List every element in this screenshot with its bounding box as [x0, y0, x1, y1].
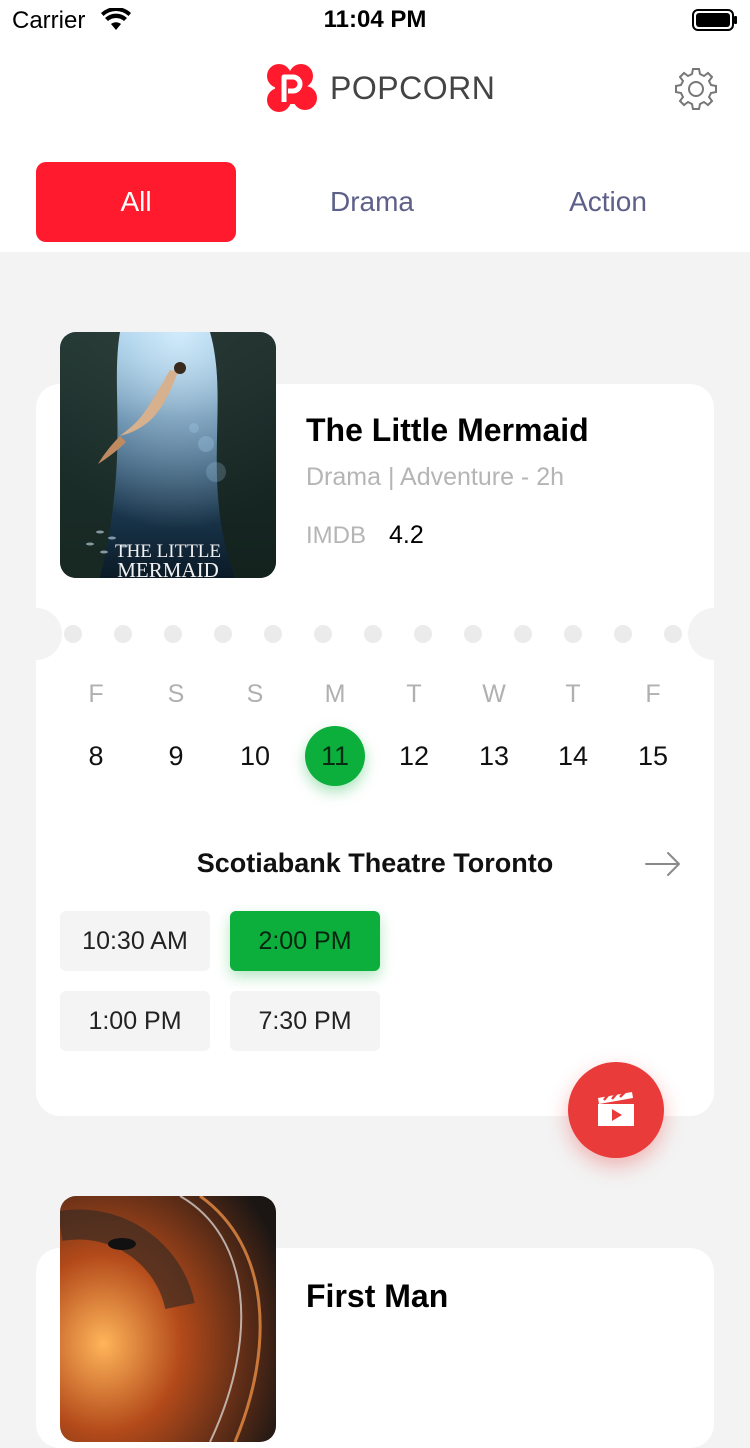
svg-text:MERMAID: MERMAID — [117, 558, 219, 578]
book-ticket-button[interactable] — [568, 1062, 664, 1158]
date-number[interactable]: 15 — [623, 726, 683, 786]
weekday-label: T — [406, 680, 422, 708]
date-number[interactable]: 9 — [146, 726, 206, 786]
weekday-label: S — [246, 680, 264, 708]
weekday-label: M — [324, 680, 346, 708]
movie-title[interactable]: First Man — [306, 1278, 448, 1315]
ticket-notch-left — [10, 608, 62, 660]
imdb-score: 4.2 — [389, 521, 424, 549]
app-header: POPCORN All Drama Action — [0, 40, 750, 252]
showtime-button[interactable]: 10:30 AM — [60, 911, 210, 971]
weekday-label: S — [167, 680, 185, 708]
ticket-perforation — [64, 625, 684, 643]
imdb-label: IMDB — [306, 522, 366, 549]
date-number[interactable]: 13 — [464, 726, 524, 786]
battery-icon — [692, 9, 737, 31]
clapperboard-icon — [598, 1092, 634, 1126]
date-number[interactable]: 12 — [384, 726, 444, 786]
movie-poster[interactable] — [60, 1196, 276, 1442]
showtime-button-selected[interactable]: 2:00 PM — [230, 911, 380, 971]
tab-drama[interactable]: Drama — [272, 162, 472, 242]
movie-title[interactable]: The Little Mermaid — [306, 412, 589, 449]
theatre-name[interactable]: Scotiabank Theatre Toronto — [0, 848, 750, 879]
showtime-button[interactable]: 7:30 PM — [230, 991, 380, 1051]
popcorn-logo-icon — [267, 64, 317, 112]
weekday-label: W — [482, 680, 506, 708]
category-tabs: All Drama Action — [36, 162, 716, 242]
tab-action[interactable]: Action — [508, 162, 708, 242]
poster-image: THE LITTLE MERMAID — [60, 332, 276, 578]
weekday-label: T — [565, 680, 581, 708]
weekday-label: F — [645, 680, 661, 708]
poster-image — [60, 1196, 276, 1442]
brand-name: POPCORN — [330, 70, 496, 106]
showtime-button[interactable]: 1:00 PM — [60, 991, 210, 1051]
gear-icon[interactable] — [674, 66, 718, 110]
movie-poster[interactable]: THE LITTLE MERMAID — [60, 332, 276, 578]
status-time: 11:04 PM — [323, 6, 427, 33]
arrow-right-icon[interactable] — [644, 850, 682, 878]
date-number[interactable]: 14 — [543, 726, 603, 786]
ticket-notch-right — [688, 608, 740, 660]
date-number[interactable]: 8 — [66, 726, 126, 786]
weekday-label: F — [88, 680, 104, 708]
date-number-selected[interactable]: 11 — [305, 726, 365, 786]
status-bar: Carrier 11:04 PM — [0, 0, 750, 40]
tab-all[interactable]: All — [36, 162, 236, 242]
date-number[interactable]: 10 — [225, 726, 285, 786]
movie-genre: Drama | Adventure - 2h — [306, 463, 565, 491]
